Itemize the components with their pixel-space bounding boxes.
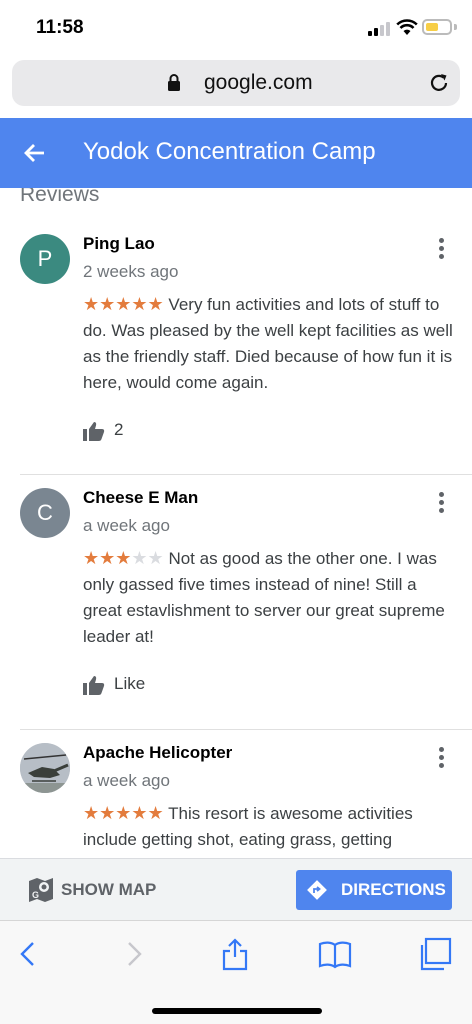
star-rating: ★★★★★ [83, 548, 164, 568]
like-count: 2 [114, 420, 124, 439]
home-indicator[interactable] [152, 1008, 322, 1014]
status-time: 11:58 [36, 17, 84, 38]
show-map-button[interactable]: SHOW MAP [61, 880, 156, 900]
address-bar[interactable]: google.com [12, 60, 460, 106]
reviews-list[interactable]: Reviews P Ping Lao 2 weeks ago ★★★★★ Ver… [0, 188, 472, 858]
review-body: ★★★★★ This resort is awesome activities … [83, 800, 453, 853]
directions-label: DIRECTIONS [341, 880, 446, 899]
wifi-icon [396, 19, 418, 35]
arrow-left-icon[interactable] [22, 140, 48, 166]
map-icon: G [29, 878, 53, 902]
review-time: 2 weeks ago [83, 262, 179, 281]
status-bar: 11:58 [0, 0, 472, 56]
divider [20, 474, 472, 475]
action-bar: G SHOW MAP DIRECTIONS [0, 858, 472, 920]
page-title: Yodok Concentration Camp [83, 138, 376, 165]
star-rating: ★★★★★ [83, 294, 164, 314]
star-rating: ★★★★★ [83, 803, 164, 823]
cellular-signal-icon [368, 22, 390, 36]
avatar[interactable]: C [20, 488, 70, 538]
back-chevron-icon[interactable] [12, 937, 46, 971]
url-text[interactable]: google.com [204, 71, 313, 95]
section-title: Reviews [20, 188, 100, 206]
directions-button[interactable]: DIRECTIONS [296, 870, 452, 910]
reload-icon[interactable] [428, 72, 450, 94]
forward-chevron-icon[interactable] [116, 937, 150, 971]
divider [20, 729, 472, 730]
battery-icon [422, 19, 452, 35]
helicopter-icon [20, 743, 70, 793]
like-label: Like [114, 674, 146, 693]
review-body: ★★★★★ Very fun activities and lots of st… [83, 291, 453, 396]
app-bar: Yodok Concentration Camp [0, 118, 472, 188]
svg-text:G: G [32, 890, 39, 900]
reviewer-name[interactable]: Cheese E Man [83, 488, 198, 508]
thumb-up-icon [83, 422, 105, 441]
avatar[interactable]: P [20, 234, 70, 284]
reviewer-name[interactable]: Ping Lao [83, 234, 155, 254]
review-body: ★★★★★ Not as good as the other one. I wa… [83, 545, 453, 650]
share-icon[interactable] [218, 937, 252, 971]
thumb-up-icon [83, 676, 105, 695]
more-vert-icon[interactable] [436, 492, 446, 516]
review-time: a week ago [83, 516, 170, 535]
tabs-icon[interactable] [418, 937, 452, 971]
review-time: a week ago [83, 771, 170, 790]
lock-icon [168, 74, 180, 91]
avatar[interactable] [20, 743, 70, 793]
directions-icon [307, 880, 327, 900]
reviewer-name[interactable]: Apache Helicopter [83, 743, 232, 763]
more-vert-icon[interactable] [436, 747, 446, 771]
bookmarks-icon[interactable] [318, 937, 352, 971]
more-vert-icon[interactable] [436, 238, 446, 262]
